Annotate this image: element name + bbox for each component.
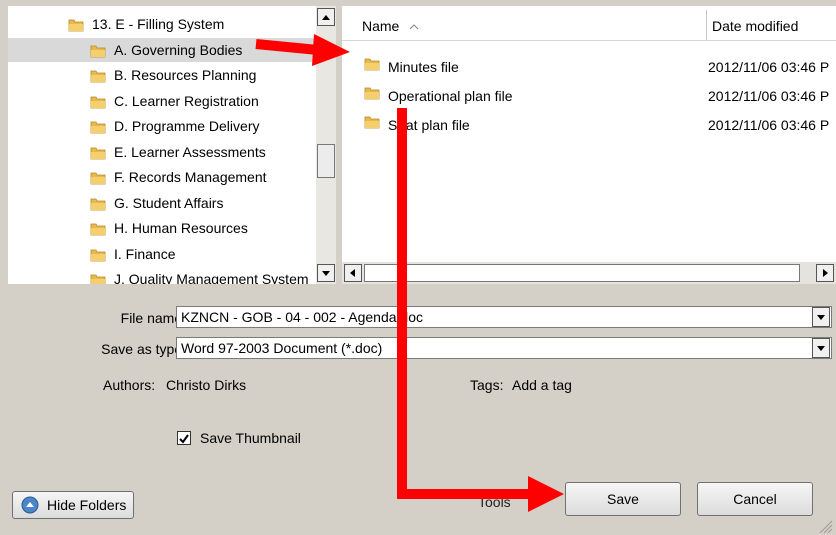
list-item-date: 2012/11/06 03:46 P <box>708 88 830 104</box>
column-date-header[interactable]: Date modified <box>712 6 798 40</box>
scroll-thumb[interactable] <box>317 144 335 178</box>
folder-icon <box>90 147 106 159</box>
tree-item[interactable]: B. Resources Planning <box>90 63 316 87</box>
tree-item-label: C. Learner Registration <box>114 92 259 109</box>
list-item-name: Operational plan file <box>388 88 513 104</box>
list-item-name: Minutes file <box>388 59 459 75</box>
list-header: Name Date modified <box>342 6 836 41</box>
tree-item[interactable]: H. Human Resources <box>90 216 316 240</box>
scroll-left-button[interactable] <box>344 264 362 282</box>
sort-asc-icon <box>409 24 419 30</box>
authors-value[interactable]: Christo Dirks <box>166 377 246 393</box>
save-label: Save <box>607 491 639 507</box>
chevron-down-icon <box>817 346 825 351</box>
folder-icon <box>90 70 106 83</box>
tree-item[interactable]: J. Quality Management System <box>90 267 316 284</box>
scroll-thumb[interactable] <box>364 264 800 282</box>
chevron-up-circle-icon <box>21 496 39 514</box>
tree-item[interactable]: D. Programme Delivery <box>90 114 316 138</box>
folder-icon <box>90 45 106 57</box>
tree-item-label: B. Resources Planning <box>114 67 257 83</box>
scroll-down-button[interactable] <box>317 264 335 282</box>
arrow-down-icon <box>322 271 330 276</box>
save-thumbnail-label: Save Thumbnail <box>200 430 301 446</box>
hide-folders-button[interactable]: Hide Folders <box>12 491 134 519</box>
tree-item-label: J. Quality Management System <box>114 271 309 284</box>
tree-item-label: G. Student Affairs <box>114 194 224 211</box>
column-name-header[interactable]: Name <box>362 6 419 40</box>
tree-item[interactable]: C. Learner Registration <box>90 89 316 113</box>
scroll-right-button[interactable] <box>816 264 834 282</box>
folder-icon <box>364 87 380 100</box>
tree-item-label: I. Finance <box>114 245 176 262</box>
file-name-dropdown-button[interactable] <box>812 307 830 327</box>
tree-vertical-scrollbar[interactable] <box>316 6 336 284</box>
arrow-left-icon <box>350 269 355 277</box>
chevron-down-icon <box>817 315 825 320</box>
tools-button[interactable]: Tools <box>478 494 511 510</box>
folder-icon <box>90 96 106 108</box>
authors-label: Authors: <box>103 377 156 393</box>
folder-icon <box>364 116 380 129</box>
cancel-button[interactable]: Cancel <box>697 482 813 516</box>
tree-item[interactable]: A. Governing Bodies <box>8 37 316 62</box>
tree-item-label: H. Human Resources <box>114 220 248 236</box>
tags-value[interactable]: Add a tag <box>512 377 572 393</box>
arrow-right-icon <box>823 269 828 277</box>
folder-icon <box>90 172 106 185</box>
arrow-up-icon <box>322 15 330 20</box>
resize-grip-icon[interactable] <box>818 520 834 534</box>
checkmark-icon <box>179 434 189 444</box>
tree-item[interactable]: E. Learner Assessments <box>90 140 316 164</box>
tree-item-label: A. Governing Bodies <box>114 41 243 58</box>
folder-tree[interactable]: 13. E - Filling System A. Governing Bodie… <box>8 6 316 284</box>
list-item-date: 2012/11/06 03:46 P <box>708 59 830 75</box>
folder-icon <box>90 223 106 236</box>
scroll-up-button[interactable] <box>317 8 335 26</box>
list-item[interactable]: Strat plan file 2012/11/06 03:46 P <box>342 112 836 138</box>
tree-item-label: E. Learner Assessments <box>114 143 266 160</box>
list-item-name: Strat plan file <box>388 117 470 133</box>
column-separator[interactable] <box>706 10 707 40</box>
folder-icon <box>68 19 84 32</box>
tree-item-label: 13. E - Filling System <box>92 16 225 32</box>
tree-item[interactable]: 13. E - Filling System <box>68 12 316 36</box>
cancel-label: Cancel <box>733 491 777 507</box>
save-type-select[interactable]: Word 97-2003 Document (*.doc) <box>176 337 832 359</box>
save-thumbnail-checkbox[interactable] <box>177 431 191 445</box>
save-type-dropdown-button[interactable] <box>812 338 830 358</box>
list-item[interactable]: Minutes file 2012/11/06 03:46 P <box>342 54 836 80</box>
folder-icon <box>90 249 106 261</box>
tree-item[interactable]: F. Records Management <box>90 165 316 189</box>
column-date-label: Date modified <box>712 18 799 34</box>
list-item-date: 2012/11/06 03:46 P <box>708 117 830 133</box>
file-list[interactable]: Name Date modified Minutes file 2012/11/0… <box>342 6 836 262</box>
folder-icon <box>90 121 106 134</box>
column-name-label: Name <box>362 18 400 34</box>
file-name-input[interactable]: KZNCN - GOB - 04 - 002 - Agenda.doc <box>176 306 832 328</box>
tree-item[interactable]: G. Student Affairs <box>90 191 316 215</box>
tree-item[interactable]: I. Finance <box>90 242 316 266</box>
save-type-value: Word 97-2003 Document (*.doc) <box>181 340 383 356</box>
save-button[interactable]: Save <box>565 482 681 516</box>
tree-item-label: F. Records Management <box>114 169 267 185</box>
folder-icon <box>364 58 380 71</box>
save-type-label: Save as type: <box>101 341 186 357</box>
list-horizontal-scrollbar[interactable] <box>342 262 836 284</box>
tags-label: Tags: <box>470 377 504 393</box>
file-name-value: KZNCN - GOB - 04 - 002 - Agenda.doc <box>181 309 423 325</box>
list-item[interactable]: Operational plan file 2012/11/06 03:46 P <box>342 83 836 109</box>
folder-icon <box>90 198 106 210</box>
tree-item-label: D. Programme Delivery <box>114 118 260 134</box>
folder-icon <box>90 274 106 284</box>
hide-folders-label: Hide Folders <box>47 497 127 513</box>
